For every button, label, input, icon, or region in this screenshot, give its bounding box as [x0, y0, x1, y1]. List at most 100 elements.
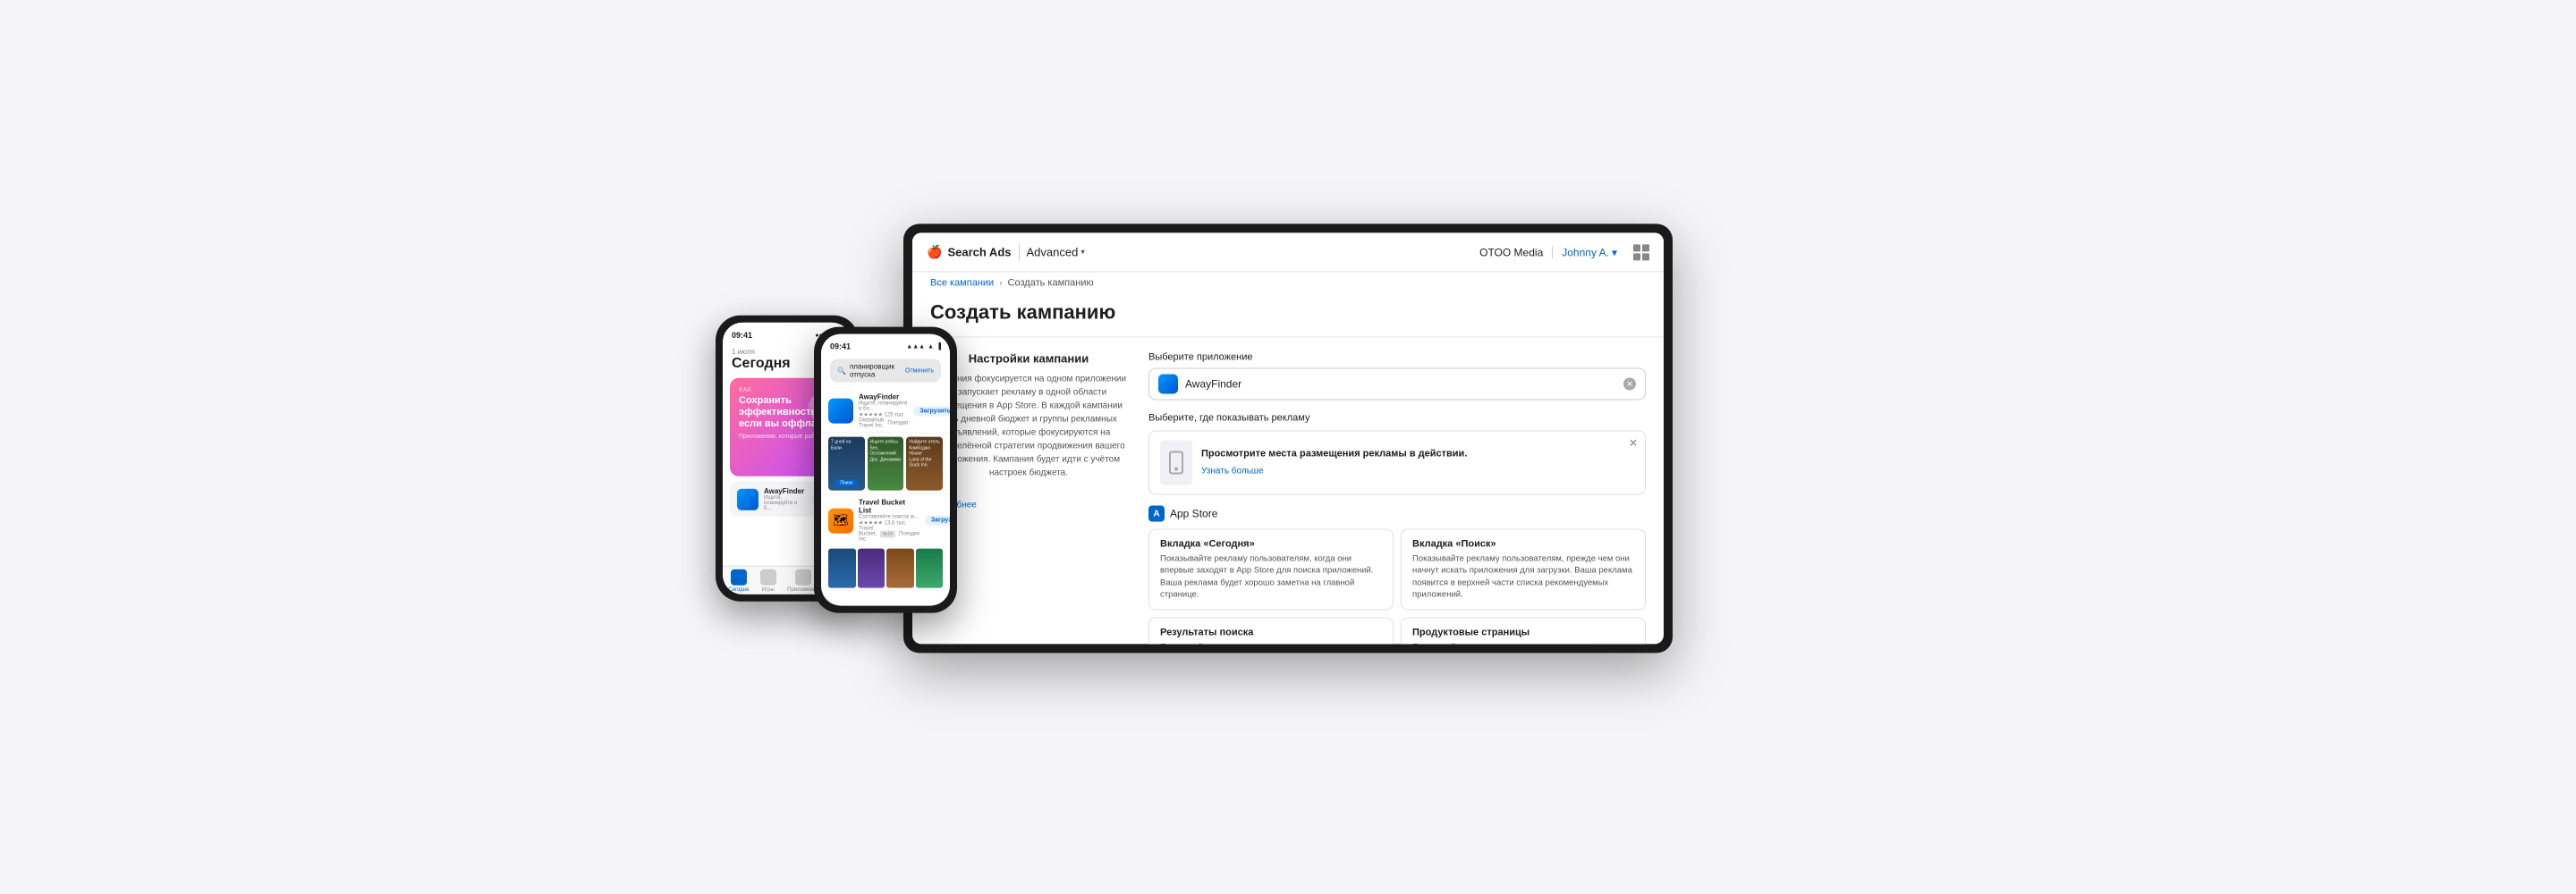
header-right: OTOO Media Johnny A. ▾: [1479, 244, 1649, 260]
placement-product-desc: Показывайте рекламу пользователям, котор…: [1412, 642, 1634, 645]
travel-bucket-result: 🗺 Travel Bucket List Составляйте список …: [821, 494, 950, 546]
placement-search-desc: Показывайте рекламу пользователям, прежд…: [1412, 552, 1634, 600]
app-header: 🍎 Search Ads Advanced ▾ OTOO Media Johnn…: [912, 232, 1664, 272]
result-app-sub: Ищите, планируйте и бо...: [859, 401, 908, 412]
result-meta-company: GlobalHub Travel Inc.: [859, 418, 884, 429]
phone-right-notch-bar: 09:41 ▲▲▲ ▲ ▐: [821, 334, 950, 356]
appstore-text: App Store: [1170, 507, 1217, 519]
tablet-screen: 🍎 Search Ads Advanced ▾ OTOO Media Johnn…: [912, 232, 1664, 644]
tab-games-label: Игры: [762, 586, 775, 592]
away-app-icon: [737, 488, 758, 510]
phone-right-time: 09:41: [830, 342, 851, 351]
preview-image: [1160, 440, 1192, 485]
search-bar[interactable]: 🔍 планировщик отпуска Отменить: [830, 359, 941, 383]
result-meta-category: Поездки: [887, 421, 908, 426]
screenshot-card-2: Ищите рейсыБес. ОсложненийДос. Динамики: [868, 437, 904, 491]
app-section-title: Выберите приложение: [1148, 351, 1646, 362]
clear-app-icon[interactable]: ✕: [1623, 377, 1636, 390]
grid-cell-3: [1633, 253, 1640, 260]
tab-today-icon: [731, 569, 747, 585]
search-result-awayfinder: AwayFinder Ищите, планируйте и бо... ★★★…: [821, 390, 950, 434]
advanced-label[interactable]: Advanced ▾: [1027, 245, 1085, 258]
battery-icon-r: ▐: [936, 343, 941, 350]
phone-right-screen: 09:41 ▲▲▲ ▲ ▐ 🔍 планировщик отпуска Отме…: [821, 334, 950, 606]
page-title: Создать кампанию: [912, 293, 1664, 337]
result-meta: GlobalHub Travel Inc. Поездки: [859, 418, 908, 429]
preview-banner: Просмотрите места размещения рекламы в д…: [1148, 430, 1646, 494]
result-stars: ★★★★★ 125 тыс.: [859, 412, 908, 418]
search-ads-label: Search Ads: [947, 245, 1011, 258]
right-form: Выберите приложение AwayFinder ✕ Выберит…: [1148, 351, 1646, 644]
grid-view-icon[interactable]: [1633, 244, 1649, 260]
placement-results-title: Результаты поиска: [1160, 628, 1382, 638]
search-cancel-btn[interactable]: Отменить: [905, 367, 934, 374]
logo-divider: [1019, 244, 1020, 260]
away-info: AwayFinder Ищите, планируйте и б...: [764, 487, 804, 511]
company-name: OTOO Media: [1479, 246, 1543, 258]
result-download-btn[interactable]: Загрузить: [913, 406, 950, 416]
away-app-name: AwayFinder: [764, 487, 804, 495]
form-area: Настройки кампании Кампания фокусируется…: [912, 337, 1664, 644]
grid-cell-2: [1642, 244, 1649, 251]
appstore-label: A App Store: [1148, 505, 1646, 521]
tab-games-icon: [760, 569, 776, 585]
placement-section-title: Выберите, где показывать рекламу: [1148, 412, 1646, 423]
ss-text-1: 7 дней наБали: [828, 437, 865, 454]
app-icon: [1158, 374, 1178, 393]
selected-app-name: AwayFinder: [1185, 377, 1616, 390]
placement-results-desc: Показывайте рекламу пользователям в тот …: [1160, 642, 1382, 645]
campaign-settings-desc: Кампания фокусируется на одном приложени…: [930, 372, 1127, 479]
tab-today-label: Сегодня: [728, 586, 749, 592]
ss-btn-1: Поиск: [835, 480, 858, 487]
placement-card-results[interactable]: Результаты поиска Показывайте рекламу по…: [1148, 618, 1394, 645]
travel-screenshots: [821, 546, 950, 591]
app-content: Все кампании › Создать кампанию Создать …: [912, 272, 1664, 644]
placement-card-today[interactable]: Вкладка «Сегодня» Показывайте рекламу по…: [1148, 528, 1394, 610]
preview-text: Просмотрите места размещения рекламы в д…: [1201, 448, 1467, 477]
grid-cell-1: [1633, 244, 1640, 251]
app-logo: 🍎 Search Ads: [927, 244, 1012, 259]
travel-info: Travel Bucket List Составляйте список м.…: [859, 499, 919, 543]
result-app-icon: [828, 399, 853, 424]
travel-icon: 🗺: [828, 508, 853, 533]
tss-3: [886, 549, 914, 588]
signal-icon-r: ▲▲▲: [906, 343, 925, 350]
phone-right-status: ▲▲▲ ▲ ▐: [906, 343, 941, 350]
travel-download-btn[interactable]: Загрузить: [925, 516, 950, 526]
breadcrumb-current: Создать кампанию: [1008, 277, 1094, 288]
user-menu[interactable]: Johnny A. ▾: [1562, 246, 1617, 258]
preview-title: Просмотрите места размещения рекламы в д…: [1201, 448, 1467, 459]
preview-learn-more-link[interactable]: Узнать больше: [1201, 466, 1264, 476]
header-divider: [1552, 246, 1553, 258]
breadcrumb-all-campaigns[interactable]: Все кампании: [930, 277, 994, 288]
tss-1: [828, 549, 856, 588]
advanced-text: Advanced: [1027, 245, 1079, 258]
breadcrumb: Все кампании › Создать кампанию: [912, 272, 1664, 293]
tab-games[interactable]: Игры: [760, 569, 776, 592]
app-select-field[interactable]: AwayFinder ✕: [1148, 367, 1646, 400]
placement-card-product[interactable]: Продуктовые страницы Показывайте рекламу…: [1401, 618, 1646, 645]
result-app-name: AwayFinder: [859, 393, 908, 401]
chevron-down-icon: ▾: [1080, 247, 1085, 257]
result-info: AwayFinder Ищите, планируйте и бо... ★★★…: [859, 393, 908, 429]
search-header: 🔍 планировщик отпуска Отменить: [821, 356, 950, 390]
travel-meta: Travel Bucket, Inc. №14 Поездки: [859, 527, 919, 543]
breadcrumb-separator: ›: [999, 278, 1002, 288]
wifi-icon-r: ▲: [928, 343, 934, 350]
placement-grid: Вкладка «Сегодня» Показывайте рекламу по…: [1148, 528, 1646, 644]
search-bar-text: планировщик отпуска: [850, 363, 902, 379]
ss-text-3: Найдите отельКамбоджа HouseLand of the G…: [906, 437, 943, 471]
travel-stars: ★★★★★ 13.8 тыс.: [859, 520, 919, 527]
tss-2: [858, 549, 886, 588]
campaign-settings-title: Настройки кампании: [930, 351, 1127, 365]
placement-product-title: Продуктовые страницы: [1412, 628, 1634, 638]
banner-close-icon[interactable]: ✕: [1629, 436, 1638, 449]
placement-today-desc: Показывайте рекламу пользователям, когда…: [1160, 552, 1382, 600]
phone-right: 09:41 ▲▲▲ ▲ ▐ 🔍 планировщик отпуска Отме…: [814, 327, 957, 613]
grid-cell-4: [1642, 253, 1649, 260]
travel-meta-category: Поездки: [899, 532, 919, 537]
tab-today[interactable]: Сегодня: [728, 569, 749, 592]
apple-icon: 🍎: [927, 244, 942, 259]
placement-card-search[interactable]: Вкладка «Поиск» Показывайте рекламу поль…: [1401, 528, 1646, 610]
away-app-desc: Ищите, планируйте и б...: [764, 495, 804, 511]
